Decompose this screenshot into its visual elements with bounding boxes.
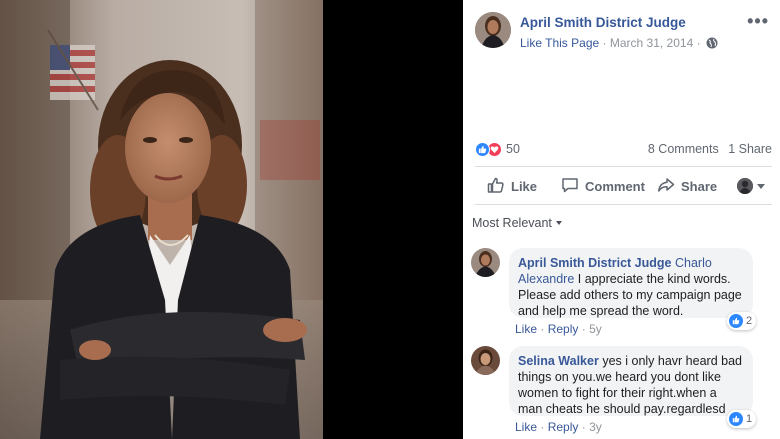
comment-author[interactable]: April Smith District Judge	[518, 256, 672, 270]
post-photo[interactable]	[0, 0, 323, 439]
caret-down-icon	[757, 183, 765, 189]
post-date[interactable]: March 31, 2014	[610, 36, 693, 50]
like-thumb-icon	[475, 141, 490, 157]
comment-actions: Like · Reply · 3y	[515, 420, 602, 434]
divider	[475, 204, 772, 205]
comment-bubble: April Smith District Judge Charlo Alexan…	[509, 248, 753, 318]
like-button[interactable]: Like	[487, 176, 537, 197]
reaction-summary[interactable]: 50	[475, 140, 520, 158]
post-side-panel: April Smith District Judge Like This Pag…	[463, 0, 780, 439]
meta-separator: ·	[602, 36, 607, 50]
sort-label: Most Relevant	[472, 216, 552, 230]
separator: ·	[540, 420, 545, 434]
reaction-number: 1	[746, 413, 753, 425]
share-label: Share	[681, 178, 718, 194]
comment-button[interactable]: Comment	[561, 176, 645, 197]
page-name[interactable]: April Smith District Judge	[520, 15, 686, 30]
comment-reaction-count[interactable]: 1	[727, 410, 757, 428]
share-button[interactable]: Share	[657, 176, 717, 197]
like-page-link[interactable]: Like This Page	[520, 36, 599, 50]
comment-icon	[561, 176, 585, 197]
separator: ·	[581, 322, 586, 336]
photo-viewer-background	[323, 0, 463, 439]
reaction-number: 2	[746, 315, 753, 327]
comment-sort-dropdown[interactable]: Most Relevant	[472, 216, 562, 230]
like-thumb-icon	[729, 314, 743, 328]
like-thumb-icon	[487, 176, 511, 197]
post-actions-bar: Like Comment Share	[475, 170, 772, 202]
separator: ·	[581, 420, 586, 434]
comment-bubble: Selina Walker yes i only havr heard bad …	[509, 346, 753, 416]
comments-count-link[interactable]: 8 Comments	[648, 142, 719, 156]
caret-down-icon	[555, 221, 562, 225]
separator: ·	[540, 322, 545, 336]
comment-avatar[interactable]	[471, 248, 500, 277]
comment-reaction-count[interactable]: 2	[727, 312, 757, 330]
comment-item: Selina Walker yes i only havr heard bad …	[471, 346, 776, 438]
comment-actions: Like · Reply · 5y	[515, 322, 602, 336]
comment-item: April Smith District Judge Charlo Alexan…	[471, 248, 776, 338]
avatar	[737, 178, 753, 194]
like-label: Like	[511, 178, 538, 194]
reaction-count: 50	[506, 142, 520, 156]
divider	[475, 166, 772, 167]
post-meta: Like This Page · March 31, 2014 ·	[520, 36, 718, 52]
more-options-icon[interactable]: •••	[747, 12, 769, 30]
post-stats: 50 8 Comments 1 Share	[475, 140, 772, 158]
comment-like-link[interactable]: Like	[515, 322, 537, 336]
shares-count-link[interactable]: 1 Share	[728, 142, 772, 156]
meta-separator: ·	[696, 36, 701, 50]
portrait-image	[0, 0, 323, 439]
reaction-audience-selector[interactable]	[737, 178, 765, 194]
engagement-counts: 8 Comments 1 Share	[642, 142, 772, 156]
comment-age[interactable]: 3y	[589, 420, 602, 434]
comment-reply-link[interactable]: Reply	[548, 322, 579, 336]
share-icon	[657, 176, 681, 197]
post-header: April Smith District Judge Like This Pag…	[475, 12, 775, 52]
comment-like-link[interactable]: Like	[515, 420, 537, 434]
comment-author[interactable]: Selina Walker	[518, 354, 599, 368]
comment-age[interactable]: 5y	[589, 322, 602, 336]
comment-avatar[interactable]	[471, 346, 500, 375]
comment-label: Comment	[585, 178, 645, 194]
page-avatar[interactable]	[475, 12, 511, 48]
comment-reply-link[interactable]: Reply	[548, 420, 579, 434]
like-thumb-icon	[729, 412, 743, 426]
globe-icon	[706, 37, 718, 52]
